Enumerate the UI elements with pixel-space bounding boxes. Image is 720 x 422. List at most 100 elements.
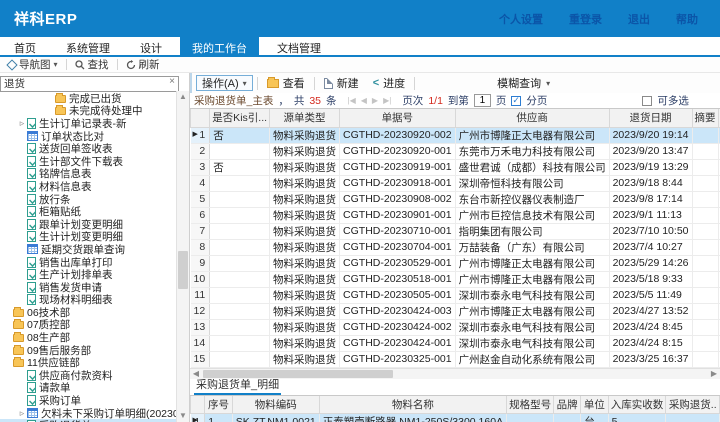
column-header[interactable]: 序号 bbox=[205, 396, 233, 414]
report-icon bbox=[27, 382, 36, 393]
tab-首页[interactable]: 首页 bbox=[2, 37, 48, 55]
tree-expander-icon[interactable]: ▹ bbox=[17, 118, 27, 129]
data-cell bbox=[210, 335, 270, 351]
scroll-up-icon[interactable]: ▲ bbox=[177, 91, 189, 103]
scroll-left-icon[interactable]: ◀ bbox=[190, 369, 202, 379]
table-row[interactable]: 8物料采购退货CGTHD-20230704-001万喆装备（广东）有限公司202… bbox=[191, 239, 720, 255]
table-row[interactable]: ▶11SK.ZT.NM1.0021正泰塑壳断路器 NM1-250S/3300 1… bbox=[191, 414, 720, 422]
pager-nav-icon[interactable]: ◀ bbox=[361, 96, 367, 105]
tree-item[interactable]: 铭牌信息表 bbox=[0, 168, 189, 181]
tree-scrollbar[interactable]: ▲ ▼ bbox=[176, 91, 189, 422]
data-cell: 5 bbox=[608, 414, 666, 422]
table-row[interactable]: 15物料采购退货CGTHD-20230325-001广州赵金自动化系统有限公司2… bbox=[191, 351, 720, 367]
table-row[interactable]: 4物料采购退货CGTHD-20230918-001深圳帝恒科技有限公司2023/… bbox=[191, 175, 720, 191]
report-icon bbox=[27, 156, 36, 167]
column-header[interactable]: 供应商 bbox=[455, 109, 609, 127]
row-number-cell: 12 bbox=[191, 303, 210, 319]
data-cell: CGTHD-20230920-002 bbox=[340, 127, 456, 143]
column-header[interactable]: 退货日期 bbox=[609, 109, 692, 127]
data-cell: CGTHD-20230529-001 bbox=[340, 255, 456, 271]
column-header[interactable]: 物料编码 bbox=[232, 396, 319, 414]
topbar-link[interactable]: 帮助 bbox=[676, 11, 698, 27]
nav-map-button[interactable]: 导航图 ▾ bbox=[4, 57, 62, 72]
operate-button[interactable]: 操作(A) ▾ bbox=[196, 75, 253, 91]
table-row[interactable]: ▶1否物料采购退货CGTHD-20230920-002广州市博隆正太电器有限公司… bbox=[191, 127, 720, 143]
table-row[interactable]: 9物料采购退货CGTHD-20230529-001广州市博隆正太电器有限公司20… bbox=[191, 255, 720, 271]
scroll-right-icon[interactable]: ▶ bbox=[708, 369, 720, 379]
tree-item[interactable]: 请款单 bbox=[0, 382, 189, 395]
refresh-button[interactable]: 刷新 bbox=[122, 57, 164, 72]
column-header[interactable]: 入库实收数 bbox=[608, 396, 666, 414]
table-row[interactable]: 7物料采购退货CGTHD-20230710-001指明集团有限公司2023/7/… bbox=[191, 223, 720, 239]
view-button[interactable]: 查看 bbox=[262, 74, 310, 92]
data-cell: CGTHD-20230518-001 bbox=[340, 271, 456, 287]
tree-item[interactable]: 供应商付款资料 bbox=[0, 369, 189, 382]
scrollbar-thumb[interactable] bbox=[203, 370, 393, 378]
column-header[interactable]: 物料名称 bbox=[319, 396, 506, 414]
scrollbar-thumb[interactable] bbox=[178, 251, 188, 289]
table-row[interactable]: 3否物料采购退货CGTHD-20230919-001盛世君诚（成都）科技有限公司… bbox=[191, 159, 720, 175]
fuzzy-query-dropdown[interactable]: 模糊查询 ▾ bbox=[497, 75, 550, 91]
tree-item[interactable]: 放行条 bbox=[0, 193, 189, 206]
topbar-link[interactable]: 个人设置 bbox=[499, 11, 543, 27]
pager-nav-icon[interactable]: |◀ bbox=[348, 96, 356, 105]
multi-select-checkbox[interactable] bbox=[642, 96, 652, 106]
goto-page-input[interactable] bbox=[474, 94, 491, 107]
data-cell: 广州市博隆正太电器有限公司 bbox=[455, 127, 609, 143]
table-row[interactable]: 2物料采购退货CGTHD-20230920-001东莞市万禾电力科技有限公司20… bbox=[191, 143, 720, 159]
column-header[interactable]: 单位 bbox=[581, 396, 608, 414]
paging-checkbox[interactable] bbox=[511, 96, 521, 106]
progress-button[interactable]: < 进度 bbox=[368, 74, 410, 92]
tree-item[interactable]: 生计部文件下载表 bbox=[0, 155, 189, 168]
data-cell: 2023/9/18 8:44 bbox=[609, 175, 692, 191]
report-icon bbox=[27, 231, 36, 242]
tab-文档管理[interactable]: 文档管理 bbox=[265, 37, 333, 55]
table-row[interactable]: 14物料采购退货CGTHD-20230424-001深圳市泰永电气科技有限公司2… bbox=[191, 335, 720, 351]
table-row[interactable]: 11物料采购退货CGTHD-20230505-001深圳市泰永电气科技有限公司2… bbox=[191, 287, 720, 303]
find-label: 查找 bbox=[88, 57, 109, 72]
tree-item[interactable]: 现场材料明细表 bbox=[0, 294, 189, 307]
table-row[interactable]: 10物料采购退货CGTHD-20230518-001广州市博隆正太电器有限公司2… bbox=[191, 271, 720, 287]
chevron-down-icon: ▾ bbox=[243, 79, 247, 88]
column-header[interactable]: 品牌 bbox=[554, 396, 581, 414]
column-header[interactable]: 规格型号 bbox=[507, 396, 554, 414]
data-cell: 2023/4/27 13:52 bbox=[609, 303, 692, 319]
tab-设计[interactable]: 设计 bbox=[128, 37, 174, 55]
data-cell: CGTHD-20230424-003 bbox=[340, 303, 456, 319]
column-header[interactable]: 源单类型 bbox=[270, 109, 340, 127]
find-button[interactable]: 查找 bbox=[71, 57, 113, 72]
column-header[interactable]: 单据号 bbox=[340, 109, 456, 127]
column-header[interactable]: 是否Kis引... bbox=[210, 109, 270, 127]
master-hscrollbar[interactable]: ◀ ▶ bbox=[190, 368, 720, 379]
clear-search-icon[interactable]: × bbox=[169, 76, 175, 88]
report-icon bbox=[27, 294, 36, 305]
column-header[interactable] bbox=[191, 396, 205, 414]
pager-nav-icon[interactable]: ▶| bbox=[383, 96, 391, 105]
row-number-cell: 15 bbox=[191, 351, 210, 367]
table-row[interactable]: 5物料采购退货CGTHD-20230908-002东台市新控仪器仪表制造厂202… bbox=[191, 191, 720, 207]
report-icon bbox=[27, 269, 36, 280]
tree-item[interactable]: 材料信息表 bbox=[0, 180, 189, 193]
data-cell: 物料采购退货 bbox=[270, 159, 340, 175]
tab-系统管理[interactable]: 系统管理 bbox=[54, 37, 122, 55]
topbar-link[interactable]: 退出 bbox=[628, 11, 650, 27]
data-cell bbox=[692, 207, 718, 223]
tree-expander-icon[interactable]: ▹ bbox=[17, 408, 27, 419]
chevron-down-icon: ▾ bbox=[54, 60, 58, 69]
tree-search-input[interactable] bbox=[0, 76, 179, 92]
pager-nav-icon[interactable]: ▶ bbox=[372, 96, 378, 105]
topbar-link[interactable]: 重登录 bbox=[569, 11, 602, 27]
data-cell bbox=[692, 143, 718, 159]
data-cell: 2023/3/25 16:37 bbox=[609, 351, 692, 367]
scroll-down-icon[interactable]: ▼ bbox=[177, 410, 189, 422]
new-button[interactable]: 新建 bbox=[319, 74, 364, 92]
tab-我的工作台[interactable]: 我的工作台 bbox=[180, 37, 259, 55]
column-header[interactable]: 采购退货.. bbox=[666, 396, 720, 414]
data-cell: 物料采购退货 bbox=[270, 271, 340, 287]
column-header[interactable]: 摘要 bbox=[692, 109, 718, 127]
column-header[interactable] bbox=[191, 109, 210, 127]
table-row[interactable]: 6物料采购退货CGTHD-20230901-001广州市巨控信息技术有限公司20… bbox=[191, 207, 720, 223]
table-row[interactable]: 13物料采购退货CGTHD-20230424-002深圳市泰永电气科技有限公司2… bbox=[191, 319, 720, 335]
table-row[interactable]: 12物料采购退货CGTHD-20230424-003广州市博隆正太电器有限公司2… bbox=[191, 303, 720, 319]
tree-item[interactable]: ▹欠料未下采购订单明细(20230822起供参考) bbox=[0, 407, 189, 420]
